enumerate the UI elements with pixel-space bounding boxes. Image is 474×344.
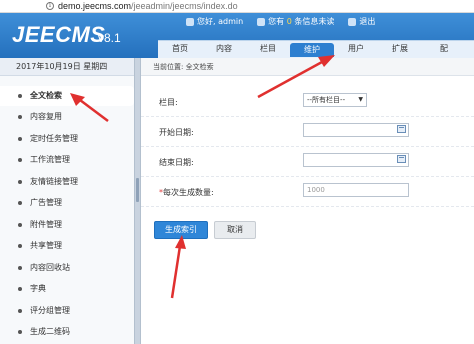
sidebar-item-scheduled-tasks[interactable]: 定时任务管理: [0, 129, 134, 149]
generate-index-button[interactable]: 生成索引: [154, 221, 208, 239]
calendar-icon[interactable]: [397, 155, 406, 163]
greeting[interactable]: 您好, admin: [197, 16, 243, 27]
collapse-handle[interactable]: [136, 178, 139, 202]
main-panel: 栏目: --所有栏目-- ▼ 开始日期: 结束日期: *每次生成数量: 1000 …: [141, 77, 474, 344]
bullet-icon: [18, 223, 22, 227]
version-label: v8.1: [98, 31, 121, 45]
sidebar-item-ads[interactable]: 广告管理: [0, 193, 134, 213]
messages-link[interactable]: 您有 0 条信息未读: [268, 16, 334, 27]
sidebar-item-recycle-bin[interactable]: 内容回收站: [0, 258, 134, 278]
bullet-icon: [18, 94, 22, 98]
sidebar-item-qrcode[interactable]: 生成二维码: [0, 322, 134, 342]
nav-column[interactable]: 栏目: [246, 41, 290, 58]
info-icon[interactable]: i: [46, 2, 54, 10]
bullet-icon: [18, 201, 22, 205]
count-input[interactable]: 1000: [303, 183, 409, 197]
sidebar-item-sharing[interactable]: 共享管理: [0, 236, 134, 256]
logout-icon: [348, 17, 357, 26]
bullet-icon: [18, 137, 22, 141]
sidebar-item-dictionary[interactable]: 字典: [0, 279, 134, 299]
sidebar-item-attachments[interactable]: 附件管理: [0, 215, 134, 235]
user-bar: 您好, admin 您有 0 条信息未读 退出: [186, 16, 389, 27]
bullet-icon: [18, 180, 22, 184]
sidebar-item-rating-groups[interactable]: 评分组管理: [0, 301, 134, 321]
message-icon: [257, 17, 266, 26]
sidebar-item-content-reuse[interactable]: 内容复用: [0, 107, 134, 127]
nav-home[interactable]: 首页: [158, 41, 202, 58]
sidebar: 全文检索 内容复用 定时任务管理 工作流管理 友情链接管理 广告管理 附件管理 …: [0, 76, 134, 344]
form-row-count: *每次生成数量: 1000: [141, 177, 474, 207]
form-row-end-date: 结束日期:: [141, 147, 474, 177]
sidebar-item-fulltext-search[interactable]: 全文检索: [0, 86, 134, 106]
start-date-input[interactable]: [303, 123, 409, 137]
logout-link[interactable]: 退出: [359, 16, 375, 27]
sidebar-splitter[interactable]: [134, 58, 141, 344]
bullet-icon: [18, 309, 22, 313]
end-date-label: 结束日期:: [159, 158, 194, 167]
bullet-icon: [18, 115, 22, 119]
address-bar[interactable]: i demo.jeecms.com/jeeadmin/jeecms/index.…: [0, 0, 474, 13]
form-row-start-date: 开始日期:: [141, 117, 474, 147]
main-nav: 首页 内容 栏目 维护 用户 扩展 配: [158, 40, 474, 58]
logo: JEECMS: [12, 22, 106, 47]
sidebar-item-workflow[interactable]: 工作流管理: [0, 150, 134, 170]
user-icon: [186, 17, 194, 26]
count-label: *每次生成数量:: [159, 188, 214, 197]
sidebar-item-friend-links[interactable]: 友情链接管理: [0, 172, 134, 192]
breadcrumb: 当前位置: 全文检索: [141, 58, 474, 76]
nav-config[interactable]: 配: [422, 41, 466, 58]
bullet-icon: [18, 266, 22, 270]
bullet-icon: [18, 158, 22, 162]
url-text[interactable]: demo.jeecms.com/jeeadmin/jeecms/index.do: [58, 1, 238, 11]
nav-extension[interactable]: 扩展: [378, 41, 422, 58]
date-display: 2017年10月19日 星期四: [0, 58, 134, 76]
bullet-icon: [18, 244, 22, 248]
start-date-label: 开始日期:: [159, 128, 194, 137]
column-select[interactable]: --所有栏目-- ▼: [303, 93, 367, 107]
bullet-icon: [18, 330, 22, 334]
nav-maintenance[interactable]: 维护: [290, 43, 334, 57]
end-date-input[interactable]: [303, 153, 409, 167]
bullet-icon: [18, 287, 22, 291]
calendar-icon[interactable]: [397, 125, 406, 133]
nav-content[interactable]: 内容: [202, 41, 246, 58]
nav-user[interactable]: 用户: [334, 41, 378, 58]
cancel-button[interactable]: 取消: [214, 221, 256, 239]
app-header: JEECMS v8.1 您好, admin 您有 0 条信息未读 退出 首页 内…: [0, 13, 474, 58]
dropdown-arrow-icon: ▼: [358, 96, 363, 103]
column-label: 栏目:: [159, 98, 178, 107]
form-row-column: 栏目: --所有栏目-- ▼: [141, 87, 474, 117]
